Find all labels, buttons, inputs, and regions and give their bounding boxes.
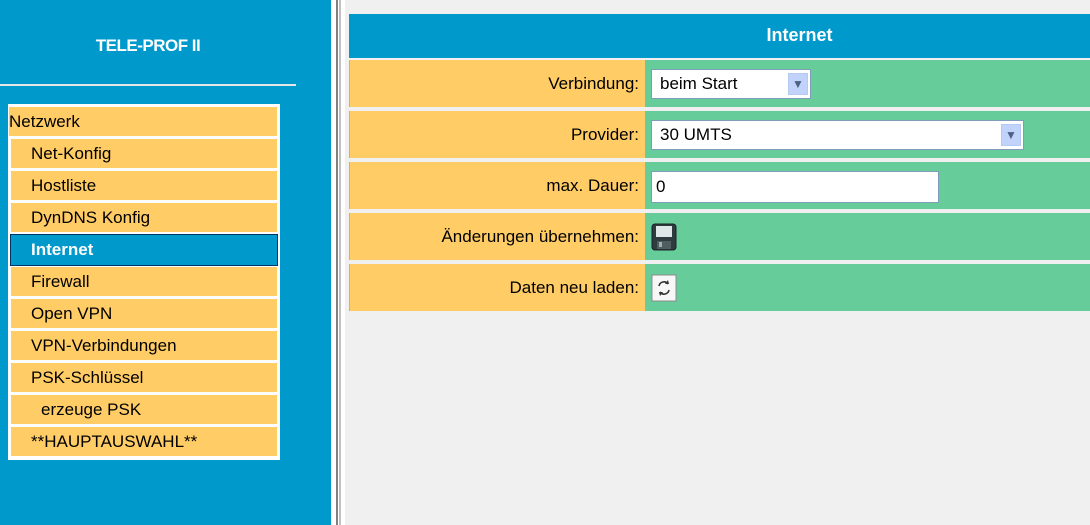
sidebar-item-hauptauswahl[interactable]: **HAUPTAUSWAHL** xyxy=(10,426,278,458)
sidebar-item-net-konfig[interactable]: Net-Konfig xyxy=(10,138,278,170)
main-panel: Internet Verbindung: beim Start ▼ Provid… xyxy=(345,0,1090,525)
provider-label: Provider: xyxy=(349,111,645,158)
sidebar-item-erzeuge-psk[interactable]: erzeuge PSK xyxy=(10,394,278,426)
connection-value-cell: beim Start ▼ xyxy=(645,60,1090,107)
reload-label: Daten neu laden: xyxy=(349,264,645,311)
sidebar-item-dyndns-konfig[interactable]: DynDNS Konfig xyxy=(10,202,278,234)
apply-label: Änderungen übernehmen: xyxy=(349,213,645,260)
sidebar-item-psk-schluessel[interactable]: PSK-Schlüssel xyxy=(10,362,278,394)
form-row-provider: Provider: 30 UMTS ▼ xyxy=(349,111,1090,158)
connection-select-value: beim Start xyxy=(660,74,738,93)
sidebar-item-netzwerk[interactable]: Netzwerk xyxy=(8,106,278,138)
sidebar-item-hostliste[interactable]: Hostliste xyxy=(10,170,278,202)
chevron-down-icon[interactable]: ▼ xyxy=(1001,124,1021,146)
form-row-apply: Änderungen übernehmen: xyxy=(349,213,1090,260)
form-row-duration: max. Dauer: 0 xyxy=(349,162,1090,209)
form-row-reload: Daten neu laden: xyxy=(349,264,1090,311)
provider-select[interactable]: 30 UMTS ▼ xyxy=(651,120,1024,150)
duration-label: max. Dauer: xyxy=(349,162,645,209)
sidebar-item-vpn-verbindungen[interactable]: VPN-Verbindungen xyxy=(10,330,278,362)
sidebar-item-firewall[interactable]: Firewall xyxy=(10,266,278,298)
sidebar-item-internet[interactable]: Internet xyxy=(10,234,278,266)
chevron-down-icon[interactable]: ▼ xyxy=(788,73,808,95)
connection-label: Verbindung: xyxy=(349,60,645,107)
refresh-icon[interactable] xyxy=(651,274,677,302)
reload-value-cell xyxy=(645,264,1090,311)
brand-divider xyxy=(0,84,296,86)
form-row-connection: Verbindung: beim Start ▼ xyxy=(349,60,1090,107)
duration-input[interactable]: 0 xyxy=(651,171,939,203)
provider-select-value: 30 UMTS xyxy=(660,125,732,144)
internet-form: Verbindung: beim Start ▼ Provider: 30 UM… xyxy=(349,60,1090,315)
page-title: Internet xyxy=(766,25,833,45)
brand-title: TELE-PROF II xyxy=(95,36,201,55)
apply-value-cell xyxy=(645,213,1090,260)
page-title-bar: Internet xyxy=(349,14,1090,58)
sidebar-menu: Netzwerk Net-Konfig Hostliste DynDNS Kon… xyxy=(8,104,280,460)
sidebar-item-open-vpn[interactable]: Open VPN xyxy=(10,298,278,330)
duration-value-cell: 0 xyxy=(645,162,1090,209)
connection-select[interactable]: beim Start ▼ xyxy=(651,69,811,99)
sidebar: TELE-PROF II Netzwerk Net-Konfig Hostlis… xyxy=(0,0,331,525)
provider-value-cell: 30 UMTS ▼ xyxy=(645,111,1090,158)
frame-divider[interactable] xyxy=(331,0,345,525)
save-icon[interactable] xyxy=(651,223,677,251)
